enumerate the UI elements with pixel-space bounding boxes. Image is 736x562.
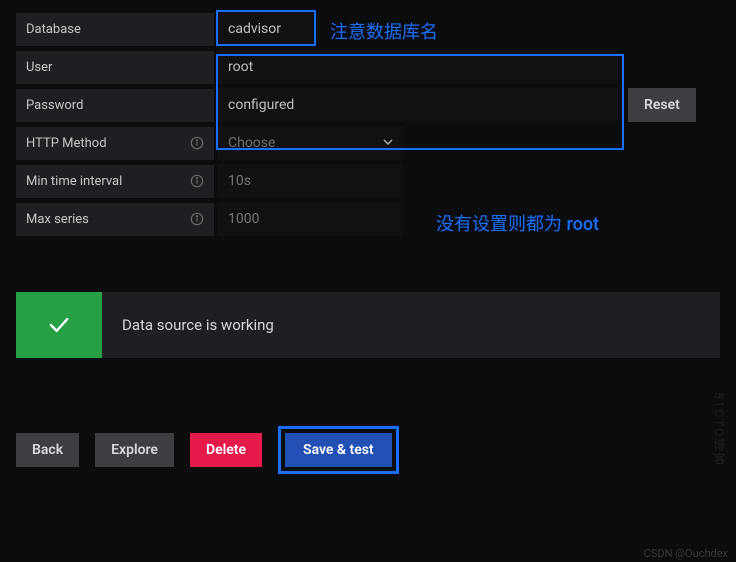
status-banner: Data source is working: [16, 292, 720, 358]
input-user[interactable]: [218, 50, 618, 84]
row-max-series: Max series: [16, 202, 720, 236]
annotation-db: 注意数据库名: [330, 18, 438, 44]
explore-button[interactable]: Explore: [95, 433, 174, 467]
row-user: User: [16, 50, 720, 84]
delete-button[interactable]: Delete: [190, 433, 262, 467]
select-http-method[interactable]: Choose: [218, 126, 403, 160]
watermark-side: 51CTO博客: [711, 392, 728, 466]
chevron-down-icon: [383, 135, 393, 151]
label-http-method: HTTP Method: [16, 127, 214, 160]
reset-button[interactable]: Reset: [628, 88, 696, 122]
input-database[interactable]: [218, 12, 313, 46]
watermark-bottom: CSDN @Ouchdex: [644, 547, 728, 560]
back-button[interactable]: Back: [16, 433, 79, 467]
info-icon: [190, 174, 204, 188]
save-test-button[interactable]: Save & test: [285, 433, 392, 467]
check-icon: [16, 292, 102, 358]
input-min-time-interval[interactable]: [218, 164, 403, 198]
action-bar: Back Explore Delete Save & test: [0, 358, 736, 474]
label-max-series: Max series: [16, 203, 214, 236]
info-icon: [190, 212, 204, 226]
label-user: User: [16, 51, 214, 84]
input-password[interactable]: [218, 88, 618, 122]
annotation-root: 没有设置则都为 root: [436, 210, 599, 236]
row-min-time-interval: Min time interval: [16, 164, 720, 198]
highlight-box-save: Save & test: [278, 426, 399, 474]
info-icon: [190, 136, 204, 150]
label-min-time-interval: Min time interval: [16, 165, 214, 198]
label-database: Database: [16, 13, 214, 46]
label-password: Password: [16, 89, 214, 122]
input-max-series[interactable]: [218, 202, 403, 236]
status-message: Data source is working: [102, 292, 294, 358]
row-http-method: HTTP Method Choose: [16, 126, 720, 160]
row-password: Password Reset: [16, 88, 720, 122]
